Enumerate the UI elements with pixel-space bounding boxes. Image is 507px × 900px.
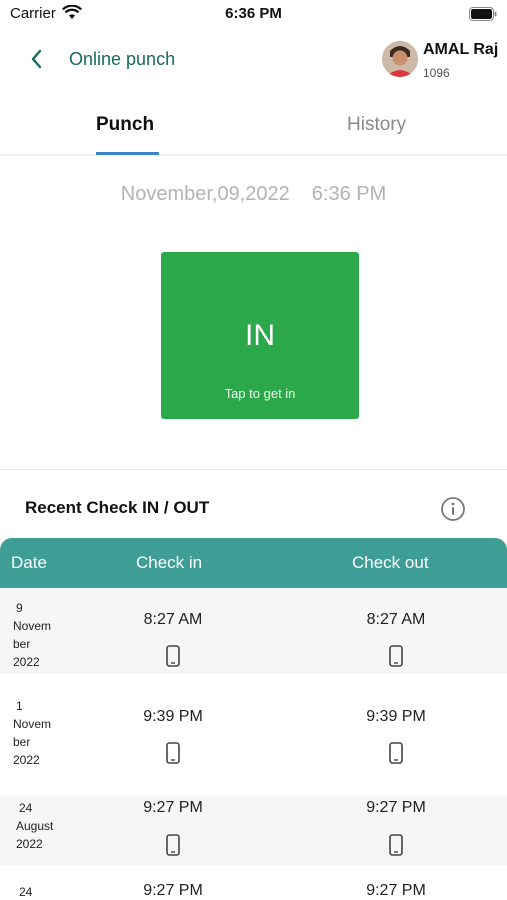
mobile-phone-icon	[166, 834, 180, 856]
row-date: 9 Novem ber 2022	[13, 599, 51, 671]
status-bar: Carrier 6:36 PM	[0, 0, 507, 30]
section-divider	[0, 469, 507, 470]
check-in-time: 9:27 PM	[143, 882, 203, 899]
column-header-check-in: Check in	[136, 553, 203, 572]
mobile-phone-icon	[166, 645, 180, 667]
check-in-time: 9:27 PM	[143, 799, 203, 816]
check-in-time: 8:27 AM	[143, 611, 203, 628]
back-button[interactable]	[22, 44, 50, 74]
tab-punch[interactable]: Punch	[96, 114, 154, 136]
column-header-date: Date	[11, 553, 47, 572]
date-line: Novem	[13, 619, 52, 633]
status-time: 6:36 PM	[225, 5, 282, 22]
table-row: 24 August 2022 9:27 PM 9:27 PM	[0, 795, 507, 865]
avatar[interactable]	[382, 41, 418, 77]
current-time: 6:36 PM	[311, 183, 387, 205]
date-line: ber	[13, 735, 31, 749]
table-header: Date Check in Check out	[0, 538, 507, 588]
current-date: November,09,2022	[120, 183, 290, 205]
current-datetime: November,09,2022 6:36 PM	[0, 183, 507, 206]
mobile-phone-icon	[166, 742, 180, 764]
app-header: Online punch AMAL Raj 1096	[0, 30, 507, 90]
date-line: 2022	[13, 655, 40, 669]
page-title: Online punch	[69, 49, 176, 69]
date-line: August	[16, 819, 54, 833]
date-line: 2022	[13, 753, 40, 767]
recent-section-title: Recent Check IN / OUT	[25, 498, 210, 517]
date-line: 1	[16, 699, 23, 713]
check-in-time: 9:39 PM	[143, 708, 203, 725]
date-line: 2022	[16, 837, 43, 851]
tab-bar: Punch History	[0, 100, 507, 156]
row-date: 1 Novem ber 2022	[13, 697, 51, 769]
table-row: 1 Novem ber 2022 9:39 PM 9:39 PM	[0, 686, 507, 782]
row-date: 24 August 2022	[13, 799, 53, 853]
punch-in-button[interactable]: IN Tap to get in	[161, 252, 359, 419]
check-out-time: 9:27 PM	[366, 799, 426, 816]
battery-icon	[469, 7, 497, 21]
user-name: AMAL Raj	[423, 41, 499, 58]
punch-button-subtitle: Tap to get in	[224, 386, 296, 401]
date-line: 24	[19, 801, 33, 815]
date-line: Novem	[13, 717, 52, 731]
table-row: 9 Novem ber 2022 8:27 AM 8:27 AM	[0, 588, 507, 674]
user-id: 1096	[423, 66, 450, 80]
tab-history[interactable]: History	[347, 114, 406, 136]
date-line: 9	[16, 601, 23, 615]
row-date: 24	[13, 883, 32, 900]
table-row: 24 9:27 PM 9:27 PM	[0, 875, 507, 900]
active-tab-indicator	[96, 152, 159, 155]
check-out-time: 9:27 PM	[366, 882, 426, 899]
column-header-check-out: Check out	[352, 553, 429, 572]
check-out-time: 9:39 PM	[366, 708, 426, 725]
user-avatar-image	[382, 41, 418, 77]
chevron-left-icon	[31, 49, 42, 69]
info-icon[interactable]	[440, 496, 466, 522]
date-line: ber	[13, 637, 31, 651]
mobile-phone-icon	[389, 645, 403, 667]
mobile-phone-icon	[389, 834, 403, 856]
date-line: 24	[19, 885, 33, 899]
check-out-time: 8:27 AM	[366, 611, 426, 628]
punch-button-label: IN	[245, 319, 275, 352]
mobile-phone-icon	[389, 742, 403, 764]
